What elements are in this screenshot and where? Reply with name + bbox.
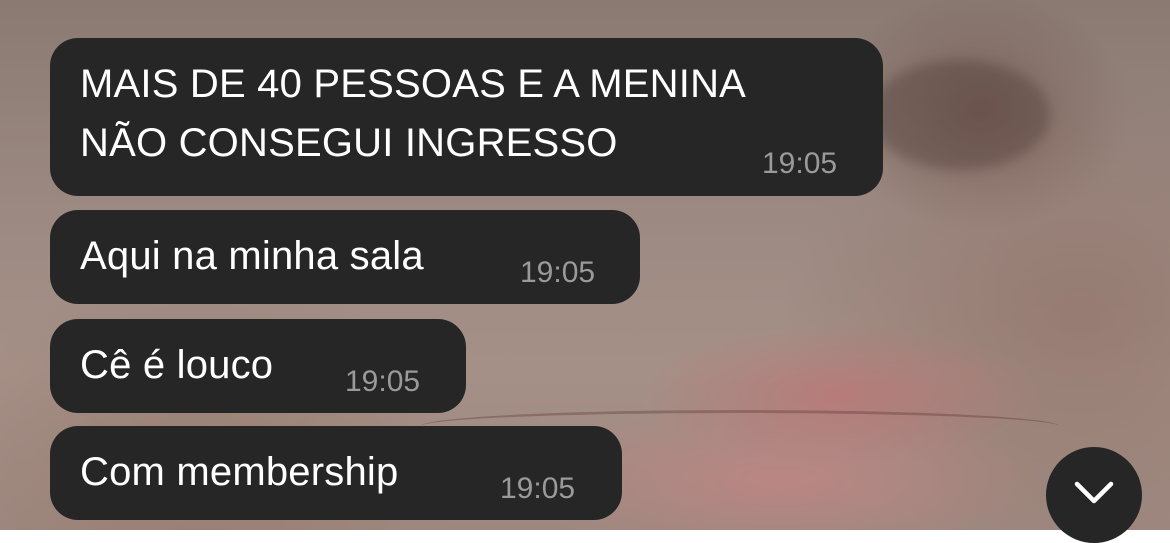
- message-text-line: NÃO CONSEGUI INGRESSO: [80, 121, 618, 165]
- message-bubble[interactable]: Cê é louco 19:05: [50, 319, 466, 413]
- scroll-to-bottom-button[interactable]: [1046, 447, 1142, 543]
- message-text-line: MAIS DE 40 PESSOAS E A MENINA: [80, 62, 747, 106]
- message-bubble[interactable]: Aqui na minha sala 19:05: [50, 210, 640, 304]
- message-text: MAIS DE 40 PESSOAS E A MENINA NÃO CONSEG…: [80, 55, 746, 173]
- chevron-down-icon: [1074, 481, 1114, 504]
- message-timestamp: 19:05: [520, 256, 596, 289]
- message-bubble[interactable]: MAIS DE 40 PESSOAS E A MENINA NÃO CONSEG…: [50, 38, 883, 196]
- message-bubble[interactable]: Com membership 19:05: [50, 426, 622, 520]
- message-text: Aqui na minha sala: [80, 234, 424, 278]
- message-text: Cê é louco: [80, 343, 274, 387]
- message-timestamp: 19:05: [345, 365, 421, 398]
- message-timestamp: 19:05: [500, 472, 576, 505]
- message-text: Com membership: [80, 450, 399, 494]
- message-timestamp: 19:05: [762, 147, 838, 180]
- wallpaper-shadow: [870, 60, 1050, 170]
